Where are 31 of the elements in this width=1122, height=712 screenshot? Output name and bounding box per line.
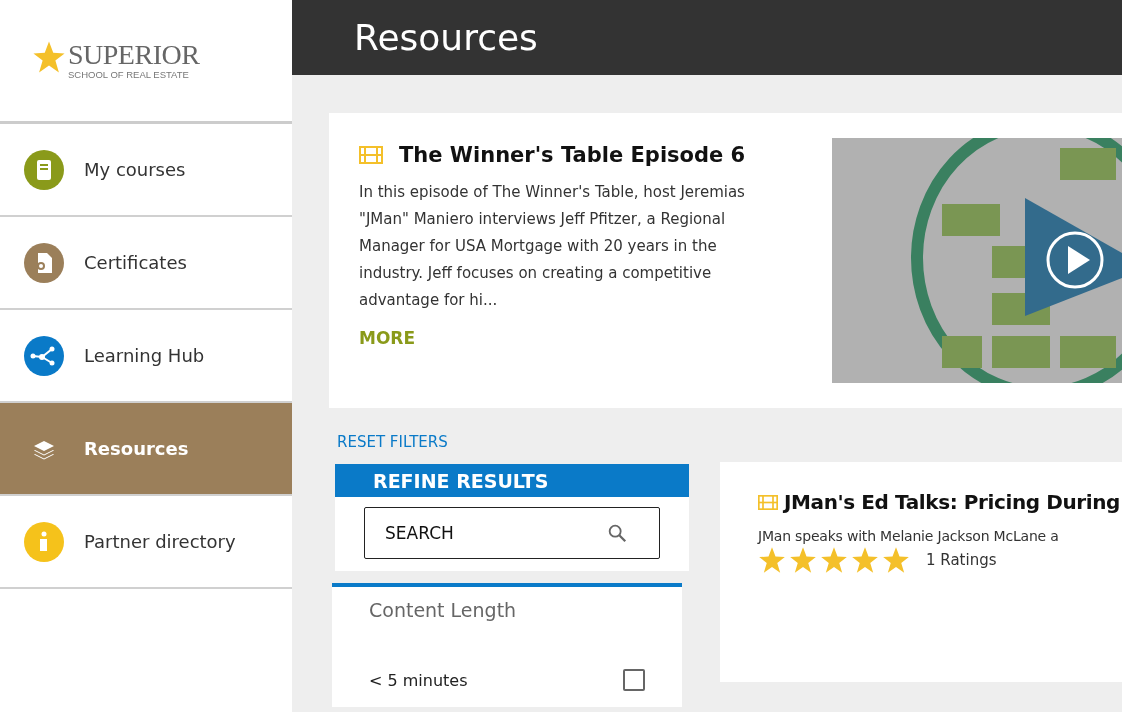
- film-icon: [758, 494, 778, 510]
- video-thumbnail[interactable]: [832, 138, 1122, 383]
- filter-option-label: < 5 minutes: [369, 670, 468, 690]
- star-icon: [758, 546, 786, 574]
- checkbox[interactable]: [623, 669, 645, 691]
- reset-filters-link[interactable]: RESET FILTERS: [337, 433, 448, 451]
- filter-title: Content Length: [368, 598, 518, 623]
- featured-title: The Winner's Table Episode 6: [399, 143, 746, 167]
- ratings-count: 1 Ratings: [926, 551, 997, 569]
- resource-title[interactable]: JMan's Ed Talks: Pricing During: [784, 490, 1120, 514]
- star-icon: [882, 546, 910, 574]
- search-icon: [606, 522, 628, 544]
- sidebar-item[interactable]: Partner directory: [0, 496, 292, 589]
- star-icon: [789, 546, 817, 574]
- featured-description: In this episode of The Winner's Table, host Jeremias "JMan" Maniero interviews Jeff Pfitzer, a Regional Manager for USA Mortgage with 20 years in the industry. Jeff focuses on creating a competitive advantage for hi...: [359, 182, 746, 311]
- resource-description: JMan speaks with Melanie Jackson McLane a: [758, 528, 1060, 544]
- sidebar-item[interactable]: My courses: [0, 124, 292, 217]
- sidebar-item[interactable]: Certificates: [0, 217, 292, 310]
- info-icon: [24, 521, 64, 562]
- refine-title: REFINE RESULTS: [373, 469, 549, 492]
- network-icon: [24, 335, 64, 376]
- certificate-icon: [24, 242, 64, 283]
- logo-tagline: SCHOOL OF REAL ESTATE: [68, 69, 190, 80]
- book-icon: [24, 149, 64, 190]
- page-title: Resources: [354, 17, 538, 58]
- star-icon: [820, 546, 848, 574]
- film-icon: [359, 146, 383, 164]
- sidebar-item[interactable]: Resources: [0, 403, 292, 496]
- star-icon: [851, 546, 879, 574]
- logo-name: SUPERIOR: [68, 41, 200, 69]
- search-field[interactable]: SEARCH: [364, 507, 660, 559]
